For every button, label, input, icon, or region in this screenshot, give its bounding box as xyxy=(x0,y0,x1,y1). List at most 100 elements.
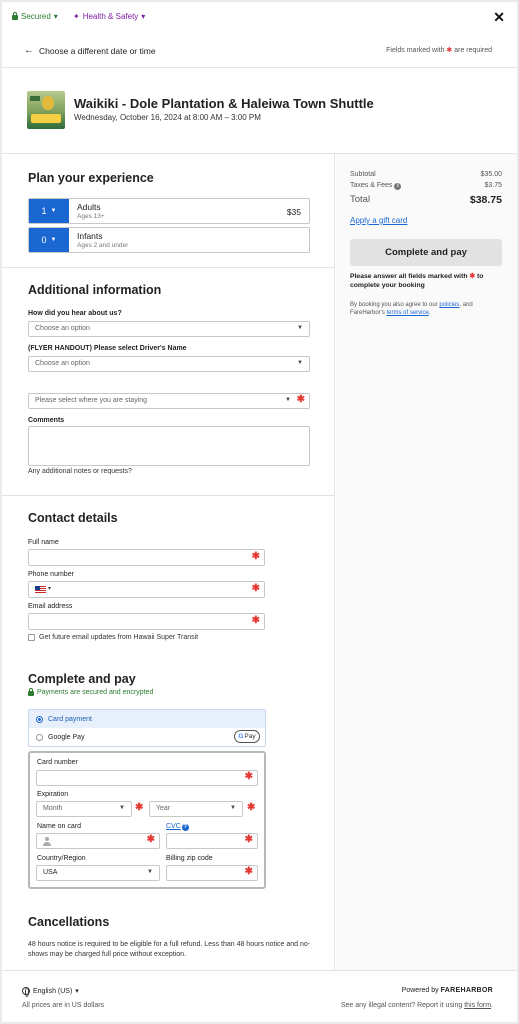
zip-input[interactable]: ✱ xyxy=(166,865,258,881)
year-select[interactable]: Year ▼ xyxy=(149,801,243,817)
chevron-down-icon: ▼ xyxy=(50,237,57,243)
powered-by: Powered by FAREHARBOR xyxy=(402,987,493,994)
flag-us-icon[interactable] xyxy=(35,586,46,593)
fareharbor-logo[interactable]: FAREHARBOR xyxy=(441,987,493,994)
illegal-text: See any illegal content? Report it using xyxy=(340,1002,463,1009)
month-select[interactable]: Month ▼ xyxy=(36,801,132,817)
secured-menu[interactable]: Secured ▾ xyxy=(12,12,58,21)
zip-label: Billing zip code xyxy=(166,855,213,862)
email-updates-checkbox[interactable] xyxy=(28,634,35,641)
answer-note: Please answer all fields marked with ✱ t… xyxy=(350,272,502,290)
complete-and-pay-button[interactable]: Complete and pay xyxy=(350,239,502,266)
adults-qty: 1 xyxy=(41,206,47,216)
email-label: Email address xyxy=(28,603,73,610)
sparkle-icon: ✦ xyxy=(73,12,80,21)
comments-textarea[interactable] xyxy=(28,426,310,466)
info-icon[interactable]: i xyxy=(394,183,402,190)
booking-form: Plan your experience 1 ▼ Adults Ages 13+… xyxy=(2,154,335,970)
staying-select[interactable]: Please select where you are staying ▼ ✱ xyxy=(28,393,310,409)
subtotal-row: Subtotal $35.00 xyxy=(350,171,502,178)
prices-note: All prices are in US dollars xyxy=(22,1002,105,1009)
ticket-name: Infants xyxy=(77,231,103,241)
name-on-card-input[interactable]: ✱ xyxy=(36,833,160,849)
name-on-card-label: Name on card xyxy=(37,823,81,830)
phone-label: Phone number xyxy=(28,571,74,578)
tour-title: Waikiki - Dole Plantation & Haleiwa Town… xyxy=(74,96,374,111)
phone-input[interactable]: ▾ ✱ xyxy=(28,581,265,598)
secure-note-text: Payments are secured and encrypted xyxy=(37,689,154,696)
payment-method-box: Card payment Google Pay G Pay xyxy=(28,709,266,747)
plan-heading: Plan your experience xyxy=(28,171,154,185)
hear-label: How did you hear about us? xyxy=(28,310,122,317)
infants-qty: 0 xyxy=(41,235,47,245)
google-radio[interactable] xyxy=(36,733,43,741)
person-icon xyxy=(43,837,51,846)
required-star-icon: ✱ xyxy=(135,802,144,813)
country-select[interactable]: USA ▼ xyxy=(36,865,160,881)
health-safety-menu[interactable]: ✦ Health & Safety ▾ xyxy=(73,12,145,21)
close-icon[interactable]: ✕ xyxy=(493,9,505,26)
required-suffix: are required xyxy=(454,47,492,54)
driver-value: Choose an option xyxy=(35,360,90,367)
required-star-icon: ✱ xyxy=(146,834,155,845)
language-selector[interactable]: English (US) ▾ xyxy=(22,987,79,997)
policies-link[interactable]: policies xyxy=(439,302,459,308)
top-bar: Secured ▾ ✦ Health & Safety ▾ ✕ xyxy=(2,2,517,32)
health-safety-label: Health & Safety xyxy=(82,12,139,21)
divider xyxy=(2,267,335,268)
hear-value: Choose an option xyxy=(35,325,90,332)
email-updates-label: Get future email updates from Hawaii Sup… xyxy=(39,634,199,641)
order-summary: Subtotal $35.00 Taxes & Fees i $3.75 Tota… xyxy=(336,154,517,970)
chevron-down-icon: ▾ xyxy=(53,12,58,21)
chevron-down-icon: ▼ xyxy=(119,805,125,811)
card-payment-option[interactable]: Card payment xyxy=(29,710,265,728)
year-value: Year xyxy=(156,805,171,812)
secure-note: Payments are secured and encrypted xyxy=(28,688,154,696)
terms-link[interactable]: terms of service xyxy=(387,310,429,316)
back-label: Choose a different date or time xyxy=(39,45,156,56)
chevron-down-icon: ▼ xyxy=(50,208,57,214)
back-link[interactable]: ← Choose a different date or time xyxy=(24,45,156,56)
cvc-link[interactable]: CVC xyxy=(166,823,181,830)
agree-a: By booking you also agree to our xyxy=(350,302,438,308)
card-form: Card number ✱ Expiration Month ▼ ✱ Year … xyxy=(28,751,266,889)
gift-card-link[interactable]: Apply a gift card xyxy=(350,216,407,225)
ticket-infants: 0 ▼ Infants Ages 2 and under xyxy=(28,227,310,253)
google-g-icon: G xyxy=(238,733,244,740)
required-note: Fields marked with ✱ are required xyxy=(386,46,492,54)
lock-icon xyxy=(28,688,34,696)
fullname-input[interactable]: ✱ xyxy=(28,549,265,566)
ticket-adults: 1 ▼ Adults Ages 13+ $35 xyxy=(28,198,310,224)
comments-label: Comments xyxy=(28,417,65,424)
required-star-icon: ✱ xyxy=(244,834,253,845)
google-pay-badge[interactable]: G Pay xyxy=(234,730,260,743)
driver-select[interactable]: Choose an option ▼ xyxy=(28,356,310,372)
report-form-link[interactable]: this form xyxy=(464,1002,491,1009)
cvc-label-row: CVC? xyxy=(166,823,189,831)
total-value: $38.75 xyxy=(469,194,502,206)
chevron-down-icon: ▼ xyxy=(297,325,303,331)
footer: English (US) ▾ All prices are in US doll… xyxy=(2,970,517,1022)
chevron-down-icon: ▾ xyxy=(75,988,79,995)
infants-qty-select[interactable]: 0 ▼ xyxy=(29,228,69,252)
adults-qty-select[interactable]: 1 ▼ xyxy=(29,199,69,223)
google-pay-option[interactable]: Google Pay G Pay xyxy=(29,728,265,746)
info-icon[interactable]: ? xyxy=(181,824,189,831)
powered-prefix: Powered by xyxy=(401,987,439,994)
card-number-input[interactable]: ✱ xyxy=(36,770,258,786)
required-prefix: Fields marked with xyxy=(386,47,445,54)
ticket-price: $35 xyxy=(286,207,301,217)
required-star-icon: ✱ xyxy=(244,866,253,877)
cvc-input[interactable]: ✱ xyxy=(166,833,258,849)
answer-note-a: Please answer all fields marked with xyxy=(350,273,468,280)
hear-select[interactable]: Choose an option ▼ xyxy=(28,321,310,337)
card-radio[interactable] xyxy=(36,715,43,723)
required-star-icon: ✱ xyxy=(296,394,305,405)
secured-label: Secured xyxy=(21,12,51,21)
agree-note: By booking you also agree to our policie… xyxy=(350,301,502,317)
email-updates-row[interactable]: Get future email updates from Hawaii Sup… xyxy=(28,634,198,641)
total-label: Total xyxy=(350,194,371,205)
month-value: Month xyxy=(43,805,63,812)
email-input[interactable]: ✱ xyxy=(28,613,265,630)
country-label: Country/Region xyxy=(37,855,86,862)
